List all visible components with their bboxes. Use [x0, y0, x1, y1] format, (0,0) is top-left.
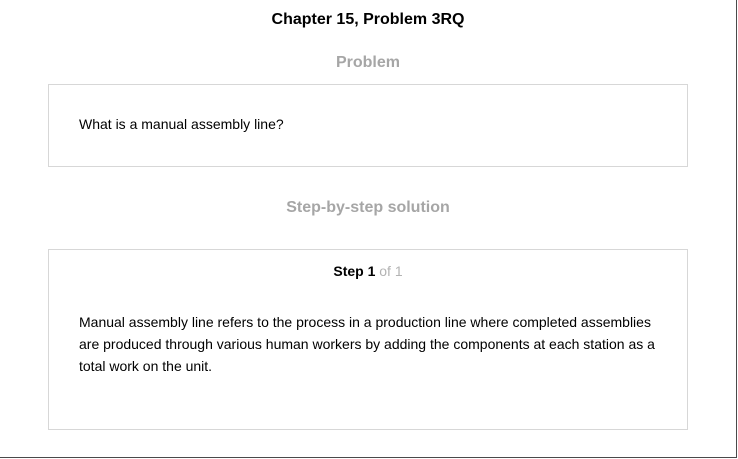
step-label: Step 1 — [333, 263, 376, 279]
problem-text: What is a manual assembly line? — [79, 116, 284, 132]
solution-heading: Step-by-step solution — [286, 199, 450, 216]
page-title: Chapter 15, Problem 3RQ — [271, 11, 465, 28]
step-count: of 1 — [379, 263, 403, 279]
step-card: Step 1 of 1 Manual assembly line refers … — [48, 249, 688, 430]
page-frame: Chapter 15, Problem 3RQ Problem What is … — [0, 0, 737, 458]
problem-card: What is a manual assembly line? — [48, 84, 688, 167]
step-header: Step 1 of 1 — [49, 263, 687, 279]
problem-heading: Problem — [335, 54, 400, 71]
step-text: Manual assembly line refers to the proce… — [79, 314, 655, 374]
